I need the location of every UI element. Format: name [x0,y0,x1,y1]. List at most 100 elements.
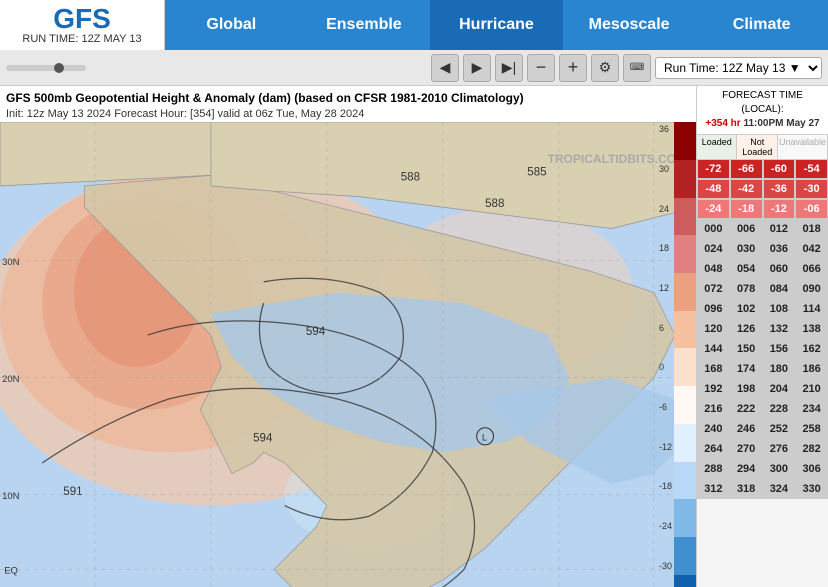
time-cell[interactable]: 126 [730,319,763,339]
time-row: 144150156162 [697,339,828,359]
svg-text:594: 594 [306,325,326,338]
time-cell[interactable]: 024 [697,239,730,259]
time-cell[interactable]: 288 [697,459,730,479]
tab-ensemble[interactable]: Ensemble [298,0,431,50]
time-cell[interactable]: -18 [730,199,763,219]
time-cell[interactable]: 084 [763,279,796,299]
time-cell[interactable]: -66 [730,159,763,179]
progress-bar[interactable] [6,65,86,71]
time-cell[interactable]: -30 [795,179,828,199]
toolbar: ◀ ▶ ▶| − + ⚙ ⌨ Run Time: 12Z May 13 ▼ [0,50,828,86]
time-cell[interactable]: 162 [795,339,828,359]
time-cell[interactable]: 306 [795,459,828,479]
time-row: 264270276282 [697,439,828,459]
time-cell[interactable]: -36 [763,179,796,199]
time-cell[interactable]: 030 [730,239,763,259]
time-cell[interactable]: 210 [795,379,828,399]
unavailable-label: Unavailable [778,135,828,159]
time-cell[interactable]: 012 [763,219,796,239]
time-cell[interactable]: -06 [795,199,828,219]
time-cell[interactable]: 102 [730,299,763,319]
keyboard-button[interactable]: ⌨ [623,54,651,82]
time-cell[interactable]: 252 [763,419,796,439]
time-cell[interactable]: 036 [763,239,796,259]
time-cell[interactable]: -54 [795,159,828,179]
time-cell[interactable]: 270 [730,439,763,459]
time-cell[interactable]: 192 [697,379,730,399]
time-cell[interactable]: 198 [730,379,763,399]
time-cell[interactable]: 000 [697,219,730,239]
prev-frame-button[interactable]: ◀ [431,54,459,82]
time-cell[interactable]: 282 [795,439,828,459]
play-button[interactable]: ▶ [463,54,491,82]
time-row: -24-18-12-06 [697,199,828,219]
time-cell[interactable]: 090 [795,279,828,299]
time-cell[interactable]: 018 [795,219,828,239]
time-cell[interactable]: 054 [730,259,763,279]
time-cell[interactable]: 042 [795,239,828,259]
time-cell[interactable]: 096 [697,299,730,319]
time-cell[interactable]: 174 [730,359,763,379]
time-cell[interactable]: 216 [697,399,730,419]
time-cell[interactable]: 156 [763,339,796,359]
time-row: -48-42-36-30 [697,179,828,199]
tab-mesoscale[interactable]: Mesoscale [563,0,696,50]
settings-button[interactable]: ⚙ [591,54,619,82]
time-cell[interactable]: 006 [730,219,763,239]
time-cell[interactable]: 318 [730,479,763,499]
time-cell[interactable]: 294 [730,459,763,479]
time-row: 240246252258 [697,419,828,439]
time-cell[interactable]: 330 [795,479,828,499]
time-row: -72-66-60-54 [697,159,828,179]
run-time-selector[interactable]: Run Time: 12Z May 13 ▼ [655,57,822,79]
time-cell[interactable]: 246 [730,419,763,439]
time-cell[interactable]: 300 [763,459,796,479]
time-cell[interactable]: -60 [763,159,796,179]
tab-hurricane[interactable]: Hurricane [430,0,563,50]
time-cell[interactable]: 144 [697,339,730,359]
time-cell[interactable]: 234 [795,399,828,419]
svg-text:30N: 30N [2,257,19,268]
time-row: 072078084090 [697,279,828,299]
time-cell[interactable]: 240 [697,419,730,439]
time-cell[interactable]: 312 [697,479,730,499]
map-container[interactable]: TROPICALTIDBITS.COM [0,122,696,587]
time-cell[interactable]: 324 [763,479,796,499]
time-cell[interactable]: 222 [730,399,763,419]
time-cell[interactable]: 132 [763,319,796,339]
time-cell[interactable]: -72 [697,159,730,179]
time-cell[interactable]: 060 [763,259,796,279]
time-cell[interactable]: -24 [697,199,730,219]
forecast-date: 11:00PM May 27 [743,118,819,129]
forecast-header: FORECAST TIME (LOCAL): +354 hr 11:00PM M… [697,86,828,135]
time-cell[interactable]: 258 [795,419,828,439]
time-cell[interactable]: 264 [697,439,730,459]
map-title-line1: GFS 500mb Geopotential Height & Anomaly … [6,90,690,107]
time-cell[interactable]: 078 [730,279,763,299]
time-cell[interactable]: 048 [697,259,730,279]
time-cell[interactable]: 114 [795,299,828,319]
plus-button[interactable]: + [559,54,587,82]
tab-global[interactable]: Global [165,0,298,50]
time-cell[interactable]: 228 [763,399,796,419]
time-cell[interactable]: -42 [730,179,763,199]
time-cell[interactable]: 276 [763,439,796,459]
time-cell[interactable]: 138 [795,319,828,339]
time-cell[interactable]: 108 [763,299,796,319]
time-cell[interactable]: 066 [795,259,828,279]
time-cell[interactable]: 168 [697,359,730,379]
time-cell[interactable]: 180 [763,359,796,379]
time-cell[interactable]: 204 [763,379,796,399]
time-cell[interactable]: 150 [730,339,763,359]
next-frame-button[interactable]: ▶| [495,54,523,82]
tab-climate[interactable]: Climate [695,0,828,50]
time-row: 216222228234 [697,399,828,419]
time-cell[interactable]: -12 [763,199,796,219]
time-cell[interactable]: 186 [795,359,828,379]
time-row: 024030036042 [697,239,828,259]
minus-button[interactable]: − [527,54,555,82]
time-cell[interactable]: -48 [697,179,730,199]
time-cell[interactable]: 120 [697,319,730,339]
svg-text:588: 588 [401,171,420,184]
time-cell[interactable]: 072 [697,279,730,299]
